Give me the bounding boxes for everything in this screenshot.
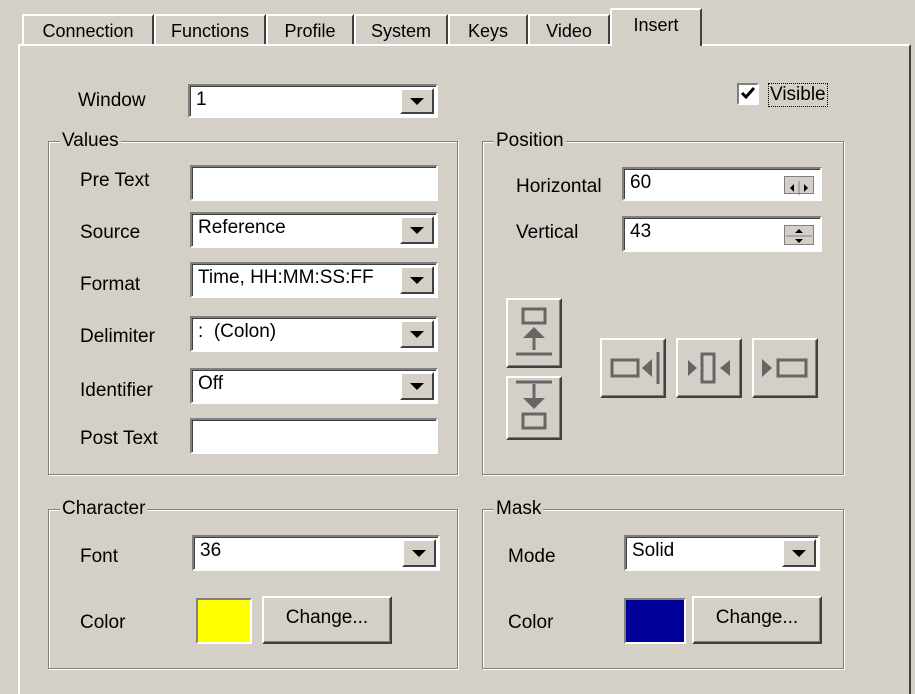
pre-text-label: Pre Text — [80, 170, 150, 191]
position-group-title: Position — [494, 130, 566, 152]
tab-label: Video — [546, 21, 592, 41]
chevron-down-icon[interactable] — [400, 88, 434, 114]
spin-up-down-icon[interactable] — [784, 225, 814, 245]
window-label: Window — [78, 90, 146, 111]
format-label: Format — [80, 274, 141, 295]
chevron-down-icon[interactable] — [402, 539, 436, 567]
values-group-title: Values — [60, 130, 121, 152]
chevron-down-icon[interactable] — [400, 320, 434, 348]
format-value: Time, HH:MM:SS:FF — [198, 267, 374, 288]
align-bottom-icon — [516, 380, 552, 430]
tab-video[interactable]: Video — [528, 14, 610, 44]
source-value: Reference — [198, 217, 286, 238]
align-bottom-button[interactable] — [506, 376, 562, 440]
font-label: Font — [80, 546, 119, 567]
spin-arrows-icon — [790, 181, 808, 195]
align-top-button[interactable] — [506, 298, 562, 368]
post-text-label: Post Text — [80, 428, 158, 449]
character-change-button[interactable]: Change... — [262, 596, 392, 644]
mode-select[interactable]: Solid — [624, 535, 820, 571]
tab-label: Connection — [42, 21, 134, 41]
horizontal-label: Horizontal — [516, 176, 602, 197]
mask-group — [482, 509, 844, 669]
checkmark-icon — [740, 87, 756, 100]
vertical-label: Vertical — [516, 222, 579, 243]
spin-arrows-icon — [786, 229, 812, 243]
chevron-down-icon[interactable] — [782, 539, 816, 567]
visible-label: Visible — [768, 83, 828, 107]
font-value: 36 — [200, 540, 222, 561]
identifier-label: Identifier — [80, 380, 153, 401]
source-label: Source — [80, 222, 141, 243]
mask-change-button[interactable]: Change... — [692, 596, 822, 644]
mask-color-label: Color — [508, 612, 554, 633]
delimiter-value: : (Colon) — [198, 321, 277, 342]
tab-label: Functions — [170, 21, 250, 41]
chevron-down-icon[interactable] — [400, 216, 434, 244]
window-value: 1 — [196, 89, 207, 110]
character-color-fill — [198, 600, 250, 642]
visible-checkbox[interactable] — [737, 83, 759, 105]
font-select[interactable]: 36 — [192, 535, 440, 571]
character-color-label: Color — [80, 612, 126, 633]
horizontal-spinner[interactable]: 60 — [622, 167, 822, 201]
delimiter-select[interactable]: : (Colon) — [190, 316, 438, 352]
delimiter-label: Delimiter — [80, 326, 155, 347]
tab-label: Keys — [467, 21, 509, 41]
tab-keys[interactable]: Keys — [448, 14, 528, 44]
pre-text-field[interactable] — [198, 170, 436, 192]
chevron-down-icon[interactable] — [400, 372, 434, 400]
tab-insert[interactable]: Insert — [610, 8, 702, 46]
tab-label: Insert — [633, 15, 679, 35]
pre-text-input[interactable] — [190, 165, 438, 201]
mode-value: Solid — [632, 540, 675, 561]
source-select[interactable]: Reference — [190, 212, 438, 248]
post-text-field[interactable] — [198, 423, 436, 445]
character-color-swatch — [196, 598, 252, 644]
mask-group-title: Mask — [494, 498, 544, 520]
format-select[interactable]: Time, HH:MM:SS:FF — [190, 262, 438, 298]
character-group-title: Character — [60, 498, 148, 520]
tab-label: System — [370, 21, 431, 41]
character-group — [48, 509, 458, 669]
horizontal-value: 60 — [630, 172, 652, 193]
chevron-down-icon[interactable] — [400, 266, 434, 294]
align-center-button[interactable] — [676, 338, 742, 398]
post-text-input[interactable] — [190, 418, 438, 454]
vertical-spinner[interactable]: 43 — [622, 216, 822, 252]
mask-color-swatch — [624, 598, 686, 644]
tab-system[interactable]: System — [354, 14, 448, 44]
align-center-horizontal-icon — [688, 352, 730, 384]
tab-functions[interactable]: Functions — [154, 14, 266, 44]
tab-connection[interactable]: Connection — [22, 14, 154, 44]
window-select[interactable]: 1 — [188, 84, 438, 118]
align-right-button[interactable] — [600, 338, 666, 398]
identifier-select[interactable]: Off — [190, 368, 438, 404]
tab-label: Profile — [284, 21, 336, 41]
identifier-value: Off — [198, 373, 223, 394]
mask-color-fill — [626, 600, 684, 642]
tab-profile[interactable]: Profile — [266, 14, 354, 44]
spin-left-right-icon[interactable] — [784, 176, 814, 195]
vertical-value: 43 — [630, 221, 652, 242]
align-top-icon — [516, 307, 552, 356]
align-left-icon — [762, 358, 808, 378]
align-left-button[interactable] — [752, 338, 818, 398]
align-right-icon — [610, 352, 660, 384]
mode-label: Mode — [508, 546, 556, 567]
